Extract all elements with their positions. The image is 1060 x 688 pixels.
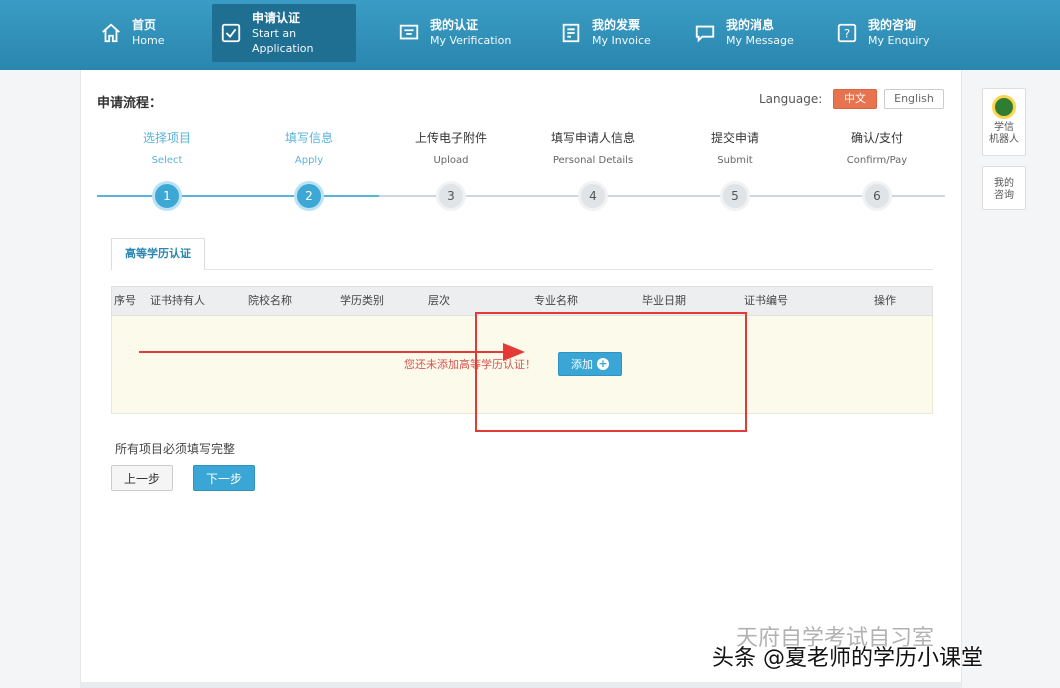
nav-label-en: My Invoice — [592, 34, 651, 47]
required-note: 所有项目必须填写完整 — [115, 442, 236, 456]
step-label-upload: 上传电子附件 Upload — [391, 130, 511, 168]
enquiry-icon: ? — [836, 22, 858, 44]
nav-label-en: My Verification — [430, 34, 512, 47]
nav-item-home[interactable]: 首页 Home — [92, 4, 172, 62]
step-circle-4: 4 — [578, 181, 608, 211]
column-header: 毕业日期 — [642, 294, 686, 307]
nav-item-start-application[interactable]: 申请认证 Start an Application — [212, 4, 356, 62]
red-highlight-box — [475, 312, 747, 432]
step-subtitle: Select — [151, 155, 183, 166]
invoice-icon — [560, 22, 582, 44]
message-icon — [694, 22, 716, 44]
step-label-confirm-pay: 确认/支付 Confirm/Pay — [817, 130, 937, 168]
column-header: 学历类别 — [340, 294, 384, 307]
step-title: 提交申请 — [710, 131, 759, 145]
nav-item-my-enquiry[interactable]: ? 我的咨询 My Enquiry — [828, 4, 932, 62]
column-header: 层次 — [428, 294, 450, 307]
language-en-button[interactable]: English — [884, 89, 944, 109]
nav-label-en: Home — [132, 34, 165, 47]
enquiry-label-line: 我的 — [994, 177, 1014, 189]
svg-text:?: ? — [844, 27, 850, 41]
column-header: 专业名称 — [534, 294, 578, 307]
chatbot-label: 学信 机器人 — [989, 122, 1019, 146]
language-label: Language: — [759, 92, 823, 106]
chatbot-label-line: 机器人 — [989, 134, 1019, 145]
step-subtitle: Apply — [294, 155, 324, 166]
column-header: 院校名称 — [248, 294, 292, 307]
nav-label-cn: 我的认证 — [430, 18, 479, 32]
column-header: 序号 — [114, 294, 136, 307]
nav-label-en: My Message — [726, 34, 794, 47]
language-zh-button[interactable]: 中文 — [833, 89, 877, 109]
column-header: 证书持有人 — [150, 294, 205, 307]
step-title: 填写信息 — [284, 131, 333, 145]
tab-divider — [205, 269, 933, 270]
progress-line-completed — [97, 195, 379, 197]
nav-label-en: Start an Application — [252, 26, 314, 55]
nav-label-cn: 申请认证 — [252, 10, 301, 25]
checkbox-icon — [220, 22, 242, 44]
column-header: 操作 — [874, 294, 896, 307]
watermark: 头条 @夏老师的学历小课堂 — [712, 646, 983, 671]
column-header: 证书编号 — [744, 294, 788, 307]
nav-item-my-message[interactable]: 我的消息 My Message — [686, 4, 796, 62]
step-circle-6: 6 — [862, 181, 892, 211]
step-label-apply: 填写信息 Apply — [249, 130, 369, 168]
nav-label-cn: 我的发票 — [592, 18, 641, 32]
certificate-icon — [398, 22, 420, 44]
chatbot-widget[interactable]: 学信 机器人 — [982, 88, 1026, 156]
enquiry-label: 我的 咨询 — [994, 178, 1014, 202]
step-circle-1: 1 — [152, 181, 182, 211]
my-enquiry-widget[interactable]: 我的 咨询 — [982, 166, 1026, 210]
main-panel: 申请流程： Language: 中文 English 选择项目 Select 填… — [80, 70, 962, 682]
nav-item-my-verification[interactable]: 我的认证 My Verification — [390, 4, 514, 62]
step-circle-2: 2 — [294, 181, 324, 211]
step-circle-3: 3 — [436, 181, 466, 211]
chatbot-label-line: 学信 — [994, 122, 1014, 133]
red-arrow-icon — [503, 343, 525, 361]
step-subtitle: Personal Details — [552, 155, 634, 166]
nav-label-cn: 首页 — [132, 18, 157, 32]
robot-icon — [992, 95, 1016, 119]
tab-higher-education-verification[interactable]: 高等学历认证 — [111, 238, 205, 270]
process-title: 申请流程： — [97, 96, 163, 111]
step-title: 填写申请人信息 — [550, 131, 635, 145]
step-title: 选择项目 — [142, 131, 191, 145]
step-subtitle: Submit — [717, 155, 753, 166]
step-subtitle: Confirm/Pay — [846, 155, 908, 166]
nav-item-my-invoice[interactable]: 我的发票 My Invoice — [552, 4, 656, 62]
home-icon — [100, 22, 122, 44]
step-label-select: 选择项目 Select — [107, 130, 227, 168]
red-arrow-shaft — [139, 351, 509, 353]
step-label-submit: 提交申请 Submit — [675, 130, 795, 168]
previous-step-button[interactable]: 上一步 — [111, 465, 173, 491]
step-title: 上传电子附件 — [414, 131, 487, 145]
top-navigation: 首页 Home 申请认证 Start an Application 我的认证 M… — [0, 0, 1060, 70]
nav-label-cn: 我的消息 — [726, 18, 775, 32]
enquiry-label-line: 咨询 — [994, 189, 1014, 201]
step-title: 确认/支付 — [850, 131, 904, 145]
step-circle-5: 5 — [720, 181, 750, 211]
nav-label-en: My Enquiry — [868, 34, 930, 47]
next-step-button[interactable]: 下一步 — [193, 465, 255, 491]
footer-strip — [80, 682, 962, 688]
step-subtitle: Upload — [433, 155, 469, 166]
step-label-personal-details: 填写申请人信息 Personal Details — [533, 130, 653, 168]
nav-label-cn: 我的咨询 — [868, 18, 917, 32]
